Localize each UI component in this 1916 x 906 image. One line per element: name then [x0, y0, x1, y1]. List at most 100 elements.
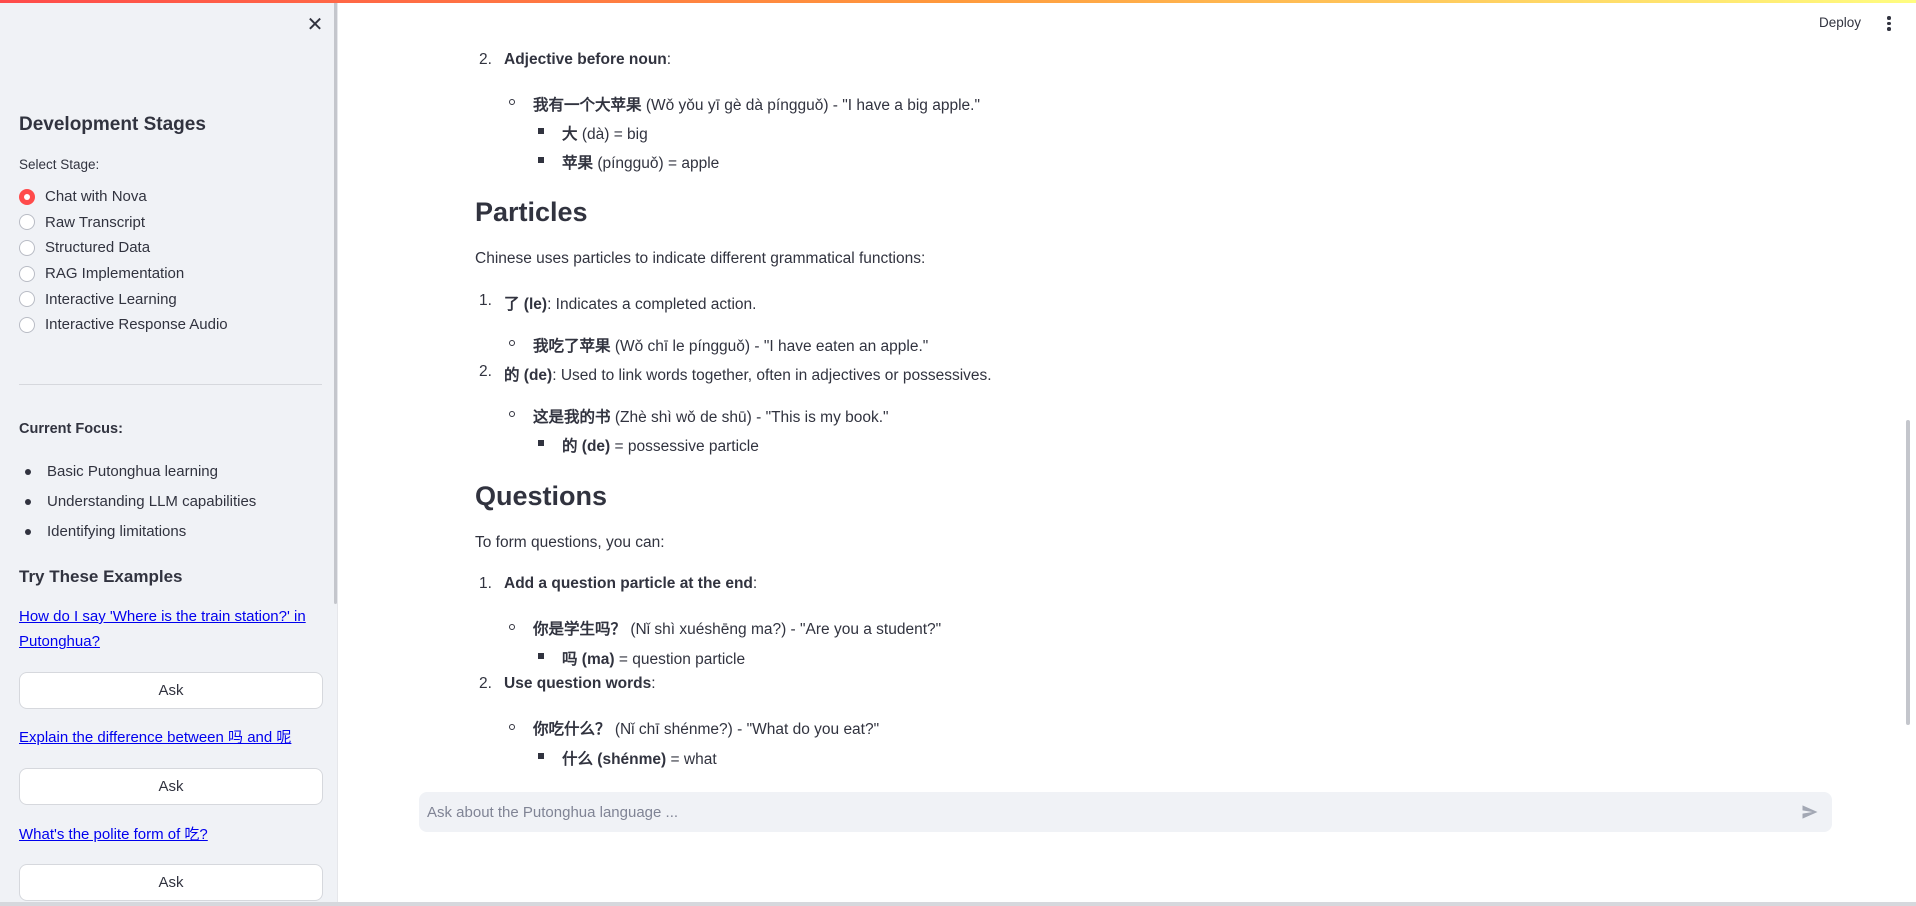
chat-input[interactable] — [427, 792, 1777, 832]
example-link-polite-form[interactable]: What's the polite form of 吃? — [19, 822, 309, 847]
radio-unselected-icon — [19, 239, 35, 256]
send-icon[interactable] — [1800, 802, 1820, 822]
radio-label: Interactive Learning — [45, 290, 177, 308]
bullet-square — [538, 753, 544, 759]
bullet-square — [538, 653, 544, 659]
item-term: Use question words — [504, 675, 652, 692]
list-item: Identifying limitations — [24, 521, 256, 551]
example-sentence: 我有一个大苹果 (Wǒ yǒu yī gè dà píngguǒ) - "I h… — [533, 93, 980, 115]
item-description: : Used to link words together, often in … — [552, 367, 992, 384]
radio-chat-with-nova[interactable]: Chat with Nova — [19, 184, 228, 210]
chinese-text: 这是我的书 — [533, 409, 611, 426]
list-item-question-words: Use question words: — [504, 675, 656, 693]
chinese-text: 苹果 — [562, 155, 594, 172]
radio-label: RAG Implementation — [45, 265, 185, 283]
radio-interactive-response-audio[interactable]: Interactive Response Audio — [19, 312, 228, 338]
item-term: Adjective before noun — [504, 51, 667, 68]
focus-list: Basic Putonghua learning Understanding L… — [24, 461, 256, 551]
list-item-le: 了 (le): Indicates a completed action. — [504, 292, 756, 314]
example-link-ma-ne[interactable]: Explain the difference between 吗 and 呢 — [19, 725, 309, 750]
radio-unselected-icon — [19, 316, 35, 333]
vocab-item: 什么 (shénme) = what — [562, 747, 717, 769]
bullet-square — [538, 128, 544, 134]
radio-label: Raw Transcript — [45, 213, 146, 231]
example-link-train-station[interactable]: How do I say 'Where is the train station… — [19, 604, 309, 654]
chinese-text: 的 (de) — [562, 438, 611, 455]
example-sentence: 你吃什么？ (Nǐ chī shénme?) - "What do you ea… — [533, 717, 879, 739]
list-item-adjective: Adjective before noun: — [504, 51, 671, 69]
top-decoration-bar — [0, 0, 1916, 3]
item-term: Add a question particle at the end — [504, 575, 753, 592]
chinese-text: 我吃了苹果 — [533, 338, 611, 355]
radio-unselected-icon — [19, 265, 35, 282]
radio-structured-data[interactable]: Structured Data — [19, 235, 228, 261]
radio-label: Structured Data — [45, 239, 151, 257]
item-term: 的 (de) — [504, 367, 553, 384]
example-translation: (Wǒ yǒu yī gè dà píngguǒ) - "I have a bi… — [641, 97, 980, 114]
current-focus-title: Current Focus: — [19, 421, 123, 437]
sidebar-scrollbar[interactable] — [334, 0, 337, 604]
example-translation: (Zhè shì wǒ de shū) - "This is my book." — [610, 409, 889, 426]
ask-button[interactable]: Ask — [19, 768, 323, 805]
stage-radio-group: Chat with Nova Raw Transcript Structured… — [19, 184, 228, 338]
bullet-square — [538, 157, 544, 163]
sidebar: ✕ Development Stages Select Stage: Chat … — [0, 0, 338, 906]
main-scrollbar[interactable] — [1906, 420, 1910, 725]
example-translation: (Nǐ chī shénme?) - "What do you eat?" — [610, 721, 880, 738]
list-number: 1. — [479, 575, 492, 592]
bullet-circle — [509, 724, 515, 730]
item-colon: : — [666, 51, 672, 68]
vocab-item: 的 (de) = possessive particle — [562, 434, 759, 456]
section-intro: To form questions, you can: — [475, 534, 665, 551]
example-sentence: 我吃了苹果 (Wǒ chī le píngguǒ) - "I have eate… — [533, 334, 928, 356]
list-number: 2. — [479, 675, 492, 692]
radio-label: Chat with Nova — [45, 188, 147, 206]
chat-input-container — [419, 792, 1832, 832]
radio-unselected-icon — [19, 291, 35, 308]
section-intro: Chinese uses particles to indicate diffe… — [475, 250, 926, 267]
vocab-item: 苹果 (píngguǒ) = apple — [562, 151, 719, 173]
bullet-square — [538, 440, 544, 446]
sidebar-title: Development Stages — [19, 114, 206, 135]
list-item: Basic Putonghua learning — [24, 461, 256, 491]
radio-raw-transcript[interactable]: Raw Transcript — [19, 210, 228, 236]
example-translation: (Nǐ shì xuéshēng ma?) - "Are you a stude… — [626, 621, 942, 638]
chinese-text: 什么 (shénme) — [562, 751, 667, 768]
list-number: 2. — [479, 363, 492, 380]
list-item: Understanding LLM capabilities — [24, 491, 256, 521]
item-description: : Indicates a completed action. — [547, 296, 757, 313]
vocab-item: 吗 (ma) = question particle — [562, 647, 745, 669]
ask-button[interactable]: Ask — [19, 672, 323, 709]
vocab-meaning: = question particle — [614, 651, 746, 668]
list-item-question-particle: Add a question particle at the end: — [504, 575, 757, 593]
radio-label: Interactive Response Audio — [45, 316, 228, 334]
ask-button[interactable]: Ask — [19, 864, 323, 901]
vocab-meaning: (dà) = big — [577, 126, 648, 143]
vocab-item: 大 (dà) = big — [562, 122, 648, 144]
radio-unselected-icon — [19, 214, 35, 231]
bullet-circle — [509, 624, 515, 630]
section-heading-questions: Questions — [475, 481, 608, 511]
vocab-meaning: = possessive particle — [610, 438, 759, 455]
bullet-circle — [509, 411, 515, 417]
example-sentence: 你是学生吗？ (Nǐ shì xuéshēng ma?) - "Are you … — [533, 617, 941, 639]
bullet-circle — [509, 99, 515, 105]
example-translation: (Wǒ chī le píngguǒ) - "I have eaten an a… — [610, 338, 929, 355]
stage-select-label: Select Stage: — [19, 157, 100, 172]
section-heading-particles: Particles — [475, 197, 588, 227]
vocab-meaning: = what — [666, 751, 717, 768]
bullet-circle — [509, 340, 515, 346]
examples-title: Try These Examples — [19, 567, 183, 586]
list-number: 1. — [479, 292, 492, 309]
radio-rag-implementation[interactable]: RAG Implementation — [19, 261, 228, 287]
item-colon: : — [651, 675, 656, 692]
list-item-de: 的 (de): Used to link words together, oft… — [504, 363, 992, 385]
chinese-text: 吗 (ma) — [562, 651, 615, 668]
chinese-text: 大 — [562, 126, 578, 143]
sidebar-divider — [19, 384, 322, 385]
close-icon[interactable]: ✕ — [304, 14, 326, 36]
item-term: 了 (le) — [504, 296, 548, 313]
vocab-meaning: (píngguǒ) = apple — [593, 155, 720, 172]
item-colon: : — [752, 575, 758, 592]
radio-interactive-learning[interactable]: Interactive Learning — [19, 286, 228, 312]
